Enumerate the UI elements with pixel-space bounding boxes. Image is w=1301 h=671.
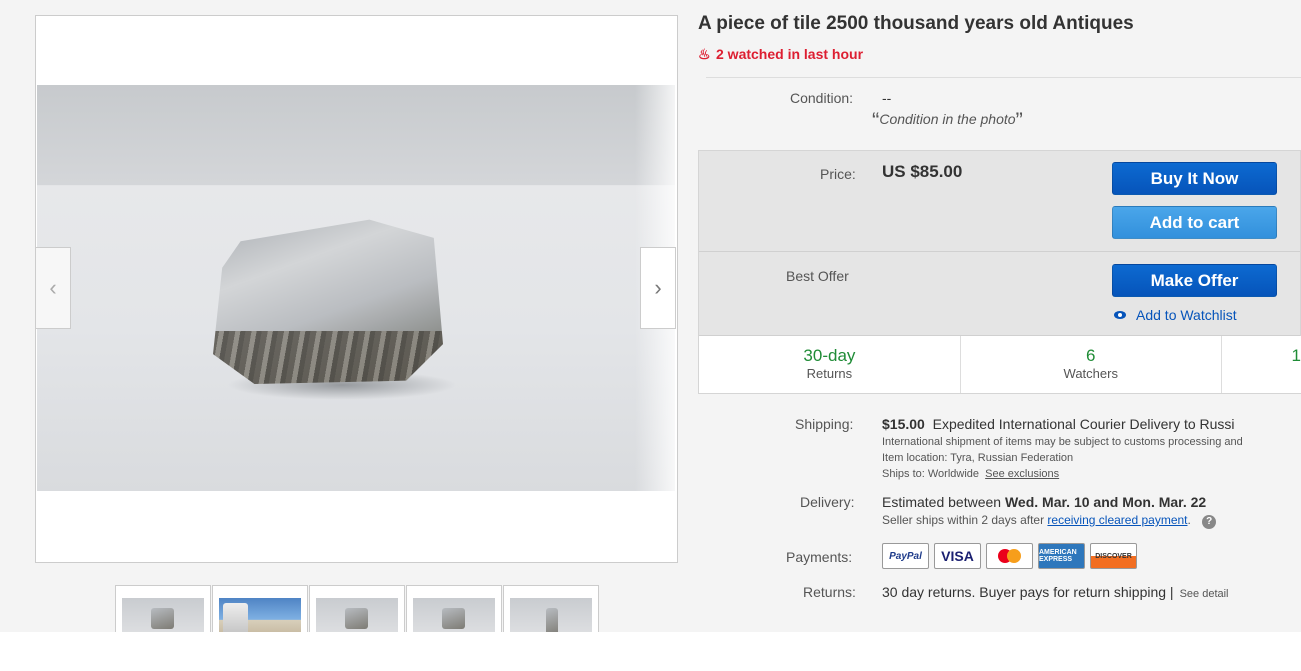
shipping-value: $15.00 Expedited International Courier D… — [882, 416, 1235, 432]
stat-value: 1 — [1291, 346, 1301, 365]
shipping-note: International shipment of items may be s… — [882, 436, 1243, 448]
shipping-label: Shipping: — [795, 416, 854, 432]
stat-sold: 1 — [1222, 336, 1301, 393]
returns-label: Returns: — [803, 584, 856, 600]
flame-icon: ♨ — [698, 46, 711, 62]
returns-value: 30 day returns. Buyer pays for return sh… — [882, 584, 1229, 600]
eye-icon — [1114, 311, 1126, 319]
help-icon[interactable]: ? — [1202, 515, 1217, 529]
mastercard-logo — [986, 543, 1033, 569]
stats-bar: 30-day Returns 6 Watchers 1 — [699, 336, 1301, 393]
stat-value: 30-day — [803, 346, 856, 365]
main-product-image[interactable] — [37, 85, 675, 491]
add-to-cart-button[interactable]: Add to cart — [1112, 206, 1277, 239]
gallery-prev-button[interactable]: ‹ — [35, 247, 71, 329]
watch-alert-text: 2 watched in last hour — [716, 46, 864, 62]
divider — [706, 77, 1301, 78]
cleared-payment-link[interactable]: receiving cleared payment — [1047, 513, 1187, 527]
stat-label: Returns — [806, 366, 853, 381]
delivery-dates: Wed. Mar. 10 and Mon. Mar. 22 — [1004, 494, 1207, 510]
mastercard-yellow-circle — [1007, 549, 1021, 563]
delivery-prefix: Estimated between — [882, 494, 1005, 510]
returns-text: 30 day returns. Buyer pays for return sh… — [882, 584, 1174, 600]
payments-label: Payments: — [786, 549, 853, 565]
ships-to: Ships to: Worldwide See exclusions — [882, 468, 1059, 480]
stat-returns: 30-day Returns — [699, 336, 961, 393]
page-bottom — [0, 632, 1301, 671]
gallery-next-button[interactable]: › — [640, 247, 676, 329]
condition-note: “Condition in the photo” — [872, 108, 1023, 134]
chevron-left-icon: ‹ — [49, 275, 57, 300]
tile-stone — [213, 219, 443, 384]
divider — [699, 251, 1300, 252]
shipping-service: Expedited International Courier Delivery… — [932, 416, 1235, 432]
delivery-note: Seller ships within 2 days after receivi… — [882, 513, 1217, 529]
item-title: A piece of tile 2500 thousand years old … — [698, 13, 1134, 34]
best-offer-label: Best Offer — [786, 268, 849, 284]
condition-value: -- — [882, 90, 892, 106]
photo-background — [37, 85, 675, 185]
paypal-logo: PayPal — [882, 543, 929, 569]
close-quote: ” — [1015, 108, 1023, 133]
condition-label: Condition: — [790, 90, 854, 106]
delivery-note-text: Seller ships within 2 days after — [882, 513, 1048, 527]
price-value: US $85.00 — [882, 162, 963, 181]
shipping-cost: $15.00 — [882, 416, 925, 432]
condition-note-text: Condition in the photo — [879, 111, 1016, 127]
chevron-right-icon: › — [654, 275, 662, 300]
stat-label: Watchers — [1063, 366, 1118, 381]
make-offer-button[interactable]: Make Offer — [1112, 264, 1277, 297]
item-location: Item location: Tyra, Russian Federation — [882, 452, 1074, 464]
watchlist-label: Add to Watchlist — [1136, 307, 1237, 323]
ships-to-text: Ships to: Worldwide — [882, 468, 980, 480]
discover-logo: DISCOVER — [1090, 543, 1137, 569]
delivery-label: Delivery: — [800, 494, 855, 510]
delivery-value: Estimated between Wed. Mar. 10 and Mon. … — [882, 494, 1206, 510]
add-to-watchlist-link[interactable]: Add to Watchlist — [1114, 307, 1237, 323]
watch-alert: ♨ 2 watched in last hour — [698, 46, 863, 63]
stat-value: 6 — [1086, 346, 1096, 365]
visa-logo: VISA — [934, 543, 981, 569]
stat-watchers: 6 Watchers — [961, 336, 1222, 393]
buy-it-now-button[interactable]: Buy It Now — [1112, 162, 1277, 195]
amex-logo: AMERICAN EXPRESS — [1038, 543, 1085, 569]
payment-methods: PayPal VISA AMERICAN EXPRESS DISCOVER — [882, 543, 1137, 569]
see-details-link[interactable]: See detail — [1180, 588, 1229, 600]
see-exclusions-link[interactable]: See exclusions — [985, 468, 1059, 480]
price-label: Price: — [820, 166, 856, 182]
